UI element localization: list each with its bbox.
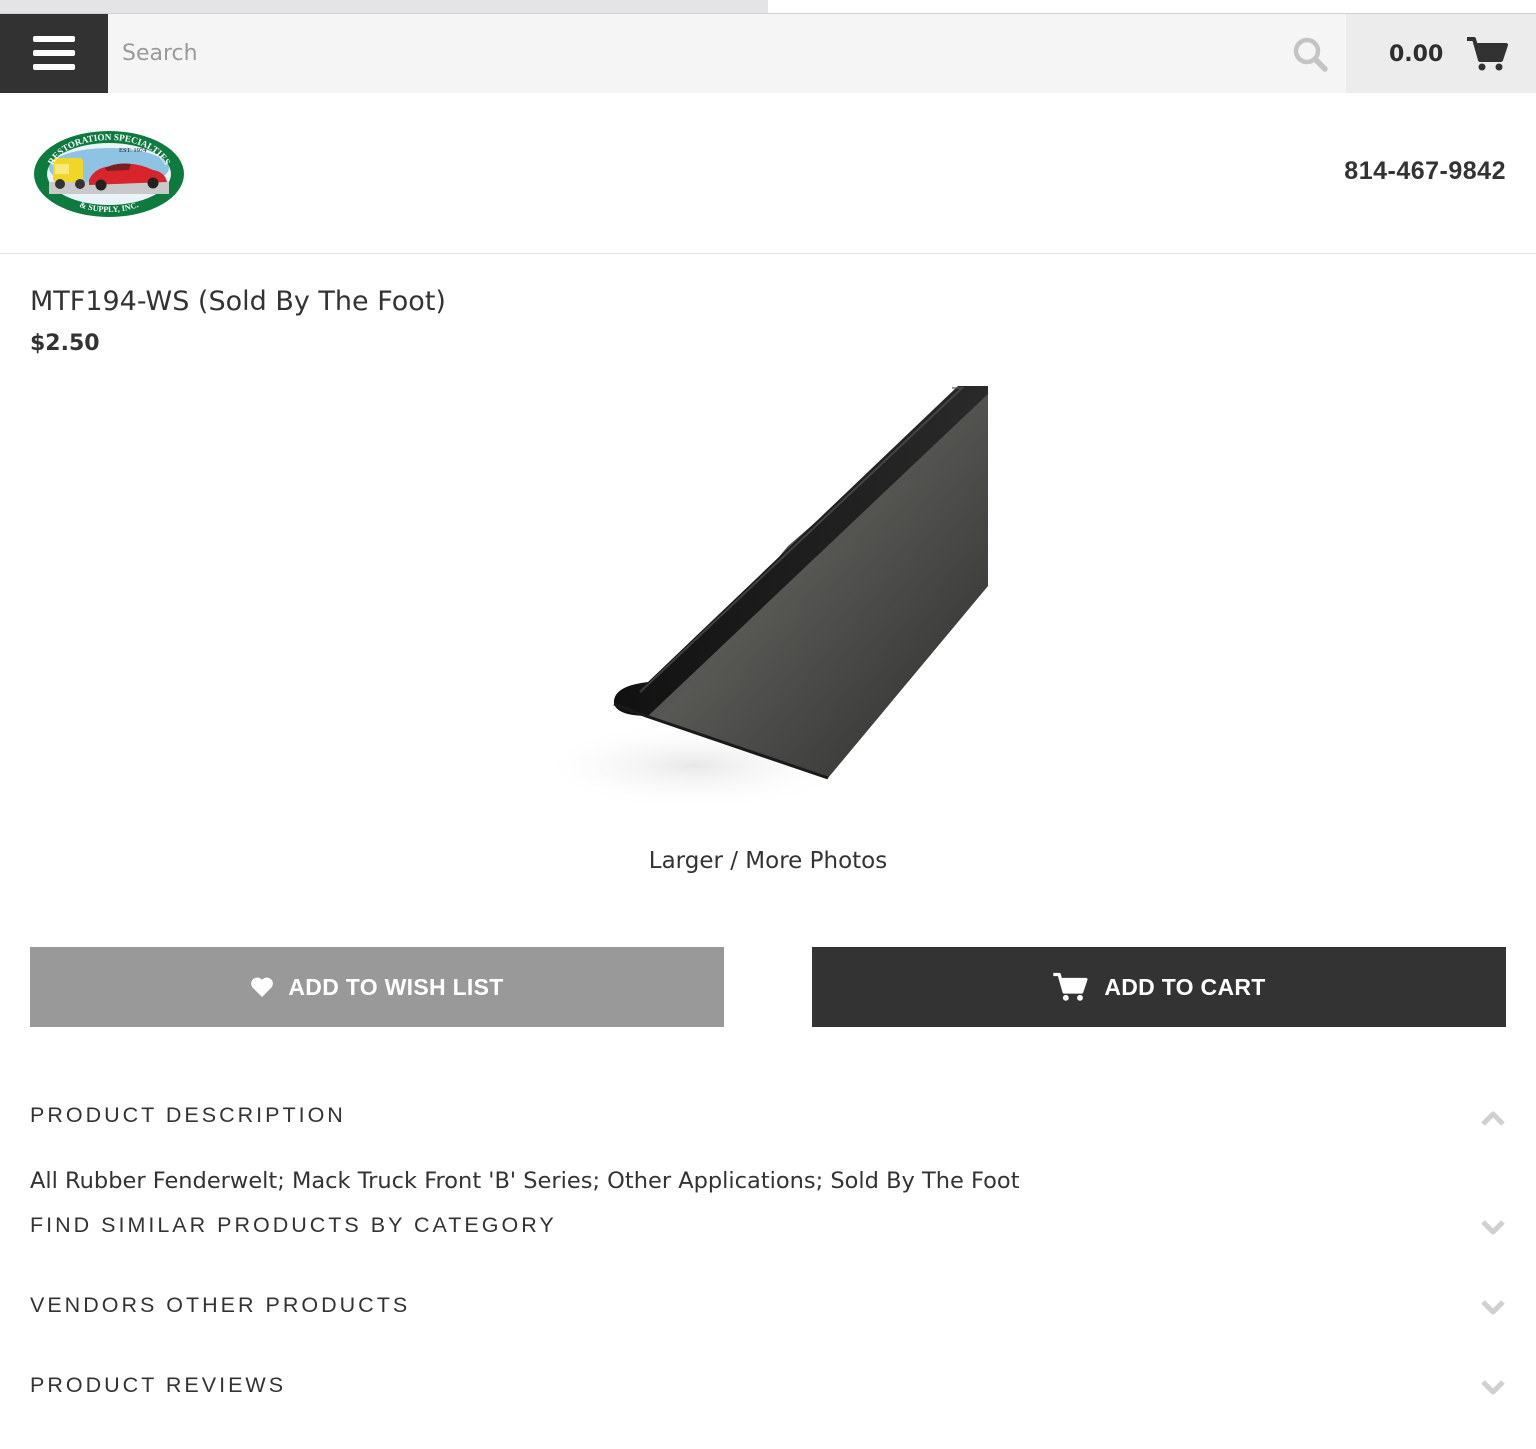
page-load-progress	[0, 0, 1536, 14]
product-title: MTF194-WS (Sold By The Foot)	[30, 286, 446, 317]
cart-icon	[1467, 37, 1508, 71]
search-button[interactable]	[1288, 32, 1332, 76]
site-logo[interactable]: RESTORATION SPECIALTIES EST. 1974 & SUPP…	[33, 130, 185, 222]
accordion-label: FIND SIMILAR PRODUCTS BY CATEGORY	[30, 1213, 557, 1237]
more-photos-link[interactable]: Larger / More Photos	[0, 848, 1536, 874]
product-price: $2.50	[30, 331, 100, 356]
chevron-up-icon	[1481, 1111, 1505, 1126]
search-input[interactable]	[108, 14, 1288, 93]
cart-total: 0.00	[1389, 42, 1444, 67]
cart-icon	[1053, 972, 1088, 1001]
accordion-label: PRODUCT REVIEWS	[30, 1373, 287, 1397]
top-bar: 0.00	[0, 14, 1536, 93]
product-description-text: All Rubber Fenderwelt; Mack Truck Front …	[30, 1168, 1020, 1194]
accordion-vendors-other-products[interactable]: VENDORS OTHER PRODUCTS	[0, 1277, 1536, 1337]
site-header: RESTORATION SPECIALTIES EST. 1974 & SUPP…	[0, 93, 1536, 254]
chevron-down-icon	[1481, 1220, 1505, 1235]
add-to-cart-label: ADD TO CART	[1104, 973, 1266, 1000]
phone-number[interactable]: 814-467-9842	[1344, 157, 1506, 186]
chevron-down-icon	[1481, 1300, 1505, 1315]
search-icon	[1293, 37, 1328, 72]
logo-image: RESTORATION SPECIALTIES EST. 1974 & SUPP…	[34, 131, 184, 217]
mini-cart[interactable]: 0.00	[1346, 14, 1536, 93]
accordion-product-description[interactable]: PRODUCT DESCRIPTION	[0, 1087, 1536, 1147]
accordion-label: PRODUCT DESCRIPTION	[30, 1103, 346, 1127]
accordion-label: VENDORS OTHER PRODUCTS	[30, 1293, 411, 1317]
heart-icon	[251, 977, 274, 997]
menu-button[interactable]	[0, 14, 108, 93]
page-load-progress-fill	[0, 0, 768, 13]
add-to-cart-button[interactable]: ADD TO CART	[812, 947, 1506, 1027]
add-to-wish-list-button[interactable]: ADD TO WISH LIST	[30, 947, 724, 1027]
chevron-down-icon	[1481, 1380, 1505, 1395]
accordion-product-reviews[interactable]: PRODUCT REVIEWS	[0, 1357, 1536, 1417]
product-photo	[558, 386, 988, 811]
product-image[interactable]	[548, 386, 988, 836]
accordion-find-similar-products[interactable]: FIND SIMILAR PRODUCTS BY CATEGORY	[0, 1197, 1536, 1257]
add-to-wish-list-label: ADD TO WISH LIST	[288, 973, 504, 1000]
logo-est-text: EST. 1974	[119, 147, 147, 154]
